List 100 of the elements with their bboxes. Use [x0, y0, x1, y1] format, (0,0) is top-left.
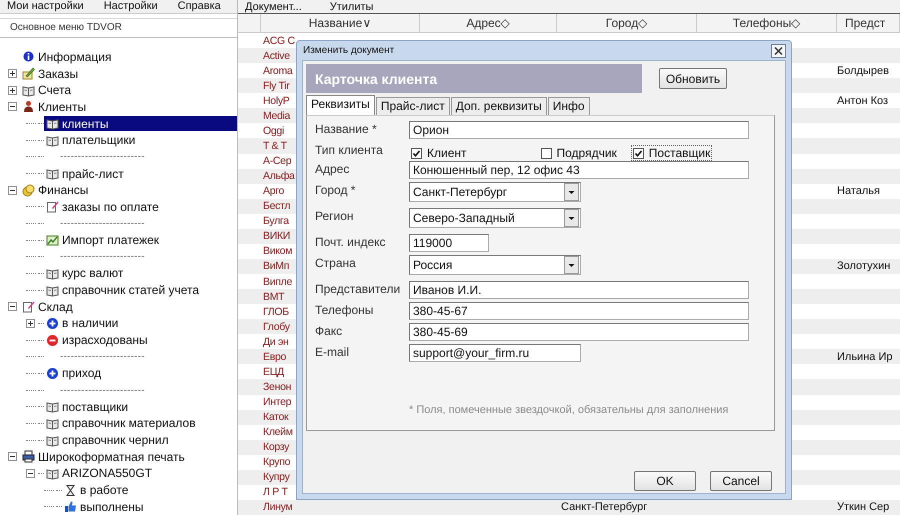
table-cell: Интер: [263, 396, 292, 408]
text-field[interactable]: support@your_firm.ru: [409, 344, 581, 362]
document-icon: [22, 300, 35, 314]
menu-item[interactable]: Утилиты: [330, 0, 374, 12]
tree-item[interactable]: Счета: [20, 82, 237, 98]
tab[interactable]: Инфо: [548, 97, 590, 115]
tree-item[interactable]: заказы по оплате: [44, 199, 237, 214]
book-icon: [46, 134, 59, 147]
printer-icon: [22, 450, 35, 464]
table-cell: Болдырев: [837, 64, 889, 77]
checkbox[interactable]: Клиент: [409, 145, 468, 161]
dialog-button[interactable]: Cancel: [710, 471, 772, 491]
collapse-icon[interactable]: [8, 302, 17, 312]
column-header[interactable]: Адрес◇: [420, 14, 557, 32]
field-label: Почт. индекс: [315, 234, 387, 249]
dropdown-field[interactable]: Санкт-Петербург: [409, 182, 581, 202]
column-header[interactable]: Город◇: [557, 14, 697, 32]
menu-item[interactable]: Справка: [178, 0, 221, 12]
plus-icon: [46, 316, 59, 330]
field-label: Адрес: [315, 161, 350, 176]
menu-item[interactable]: Мои настройки: [7, 0, 84, 12]
table-cell: Корзу: [263, 441, 290, 454]
text-field[interactable]: Конюшенный пер, 12 офис 43: [409, 161, 749, 179]
tree-item[interactable]: поставщики: [44, 399, 237, 414]
close-icon[interactable]: [771, 44, 786, 58]
table-cell: Active: [263, 50, 290, 62]
table-cell: Л Р Т: [263, 486, 288, 498]
chart-icon: [46, 234, 59, 247]
tree-item[interactable]: справочник материалов: [44, 416, 237, 431]
column-header[interactable]: Предст: [837, 14, 900, 32]
text-field[interactable]: Орион: [409, 121, 749, 139]
tree-item[interactable]: Заказы: [20, 66, 237, 82]
tree-item[interactable]: Широкоформатная печать: [20, 449, 237, 464]
tree-item[interactable]: справочник статей учета: [44, 282, 237, 298]
checkbox-icon[interactable]: [411, 148, 422, 158]
collapse-icon[interactable]: [8, 186, 17, 195]
dropdown-field[interactable]: Россия: [409, 255, 581, 275]
note-text: * Поля, помеченные звездочкой, обязательны для заполнения: [409, 404, 728, 416]
tree-item[interactable]: израсходованы: [44, 332, 237, 348]
tree-item[interactable]: Склад: [20, 299, 237, 314]
column-header[interactable]: Название∨: [261, 14, 420, 32]
table-cell: Aroma: [263, 64, 292, 77]
table-cell: Клейм: [263, 426, 293, 438]
expand-icon[interactable]: [26, 318, 35, 328]
text-field[interactable]: 380-45-67: [409, 302, 749, 320]
tree-item[interactable]: курс валют: [44, 266, 237, 281]
collapse-icon[interactable]: [8, 452, 17, 462]
table-cell: T & T: [263, 140, 287, 152]
checkbox-icon[interactable]: [540, 148, 552, 158]
menu-item[interactable]: Настройки: [104, 0, 158, 12]
text-field[interactable]: 119000: [409, 234, 489, 252]
tree-item[interactable]: в работе: [62, 482, 237, 498]
tab[interactable]: Доп. реквизиты: [450, 97, 547, 115]
table-cell: А-Сер: [263, 155, 292, 168]
expand-icon[interactable]: [8, 69, 17, 78]
table-cell: Media: [263, 110, 290, 122]
tree-item[interactable]: справочник чернил: [44, 432, 237, 448]
collapse-icon[interactable]: [8, 102, 17, 112]
checkbox-icon[interactable]: [632, 148, 644, 158]
book-icon: [46, 400, 59, 414]
document-icon: [46, 200, 59, 214]
table-cell: Бестл: [263, 200, 290, 212]
tree-item[interactable]: ARIZONA550GT: [44, 466, 237, 481]
table-cell: Наталья: [837, 185, 880, 198]
field-label: Факс: [315, 323, 344, 338]
table-cell: Линум: [263, 501, 292, 514]
table-cell: Золотухин: [837, 260, 890, 272]
text-field[interactable]: 380-45-69: [409, 323, 749, 341]
text-field[interactable]: Иванов И.И.: [409, 281, 749, 299]
dropdown-field[interactable]: Северо-Западный: [409, 208, 581, 228]
table-cell: HolyP: [263, 94, 290, 107]
field-label: E-mail: [315, 344, 350, 359]
tab[interactable]: Реквизиты: [306, 95, 375, 115]
tree-item[interactable]: Финансы: [20, 182, 237, 198]
tree-item[interactable]: выполнены: [62, 499, 237, 514]
collapse-icon[interactable]: [26, 468, 35, 478]
tree-item[interactable]: плательщики: [44, 132, 237, 148]
tree-item[interactable]: Импорт платежек: [44, 232, 237, 248]
dialog-button[interactable]: OK: [634, 471, 696, 491]
tree-item[interactable]: Информация: [20, 49, 237, 64]
panel-title: Основное меню TDVOR: [10, 22, 122, 34]
table-cell: ГЛОБ: [263, 306, 289, 318]
table-cell: Евро: [263, 350, 286, 363]
expand-icon[interactable]: [8, 86, 17, 95]
table-cell: Крупо: [263, 456, 290, 468]
tree-item[interactable]: клиенты: [44, 116, 237, 132]
refresh-button[interactable]: Обновить: [659, 68, 727, 89]
tree-item[interactable]: в наличии: [44, 316, 237, 331]
tab[interactable]: Прайс-лист: [376, 97, 450, 115]
checkbox[interactable]: Подрядчик: [538, 145, 619, 161]
tree-item[interactable]: приход: [44, 366, 237, 381]
tree-item[interactable]: Клиенты: [20, 99, 237, 114]
separator-line: ------------------------: [60, 151, 145, 162]
column-header[interactable]: Телефоны◇: [697, 14, 837, 32]
info-icon: [22, 50, 35, 64]
separator-line: ------------------------: [60, 218, 145, 230]
separator-line: ------------------------: [60, 384, 145, 396]
menu-item[interactable]: Документ...: [245, 0, 302, 12]
tree-item[interactable]: прайс-лист: [44, 166, 237, 182]
table-cell: Санкт-Петербург: [561, 501, 648, 514]
